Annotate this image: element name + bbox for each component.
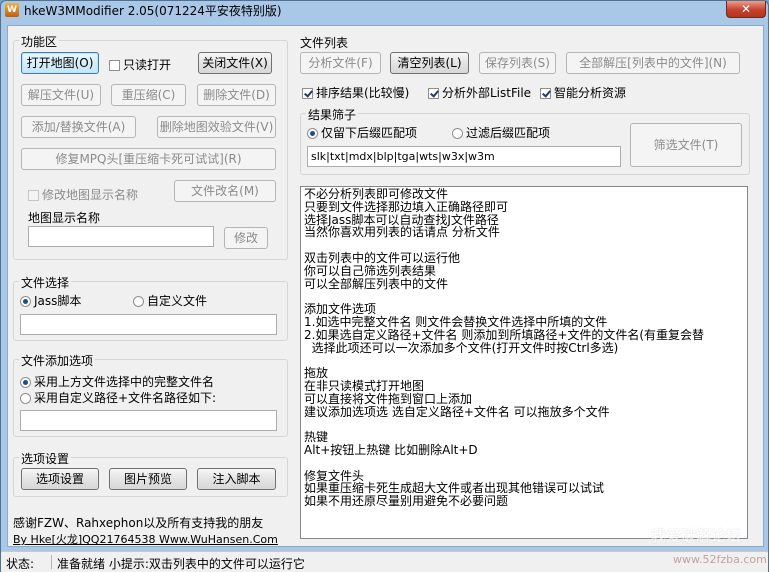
full-filename-radio[interactable]: 采用上方文件选择中的完整文件名 [20,373,214,390]
readonly-open-label: 只读打开 [123,58,172,72]
delete-file-button[interactable]: 删除文件(D) [197,84,276,106]
help-text-line: 如果不用还原尽量别用避免不必要问题 [304,494,509,509]
checkbox-box [540,88,551,99]
credits-author-link[interactable]: By Hke[火龙]QQ21764538 Www.WuHansen.Com [13,531,278,547]
help-text-line: 不必分析列表即可修改文件 [304,187,449,201]
full-filename-label: 采用上方文件选择中的完整文件名 [34,375,215,389]
checkbox-box [302,88,313,99]
sort-results-label: 排序结果(比较慢) [316,86,410,100]
watermark-text: 我爱破解论坛 [651,527,742,545]
close-file-button[interactable]: 关闭文件(X) [198,52,272,74]
checkbox-box [109,60,120,71]
radio-dot [133,296,144,307]
filter-matches-radio[interactable]: 过滤后缀匹配项 [452,124,550,141]
image-preview-button[interactable]: 图片预览 [109,468,187,490]
sort-results-checkbox[interactable]: 排序结果(比较慢) [302,84,409,101]
help-text-line: 建议添加选项选 选自定义路径+文件名 可以拖放多个文件 [304,404,610,419]
help-text-line: 可以全部解压列表中的文件 [304,276,449,291]
help-text-line: 可以直接将文件拖到窗口上添加 [304,391,473,406]
modify-display-name-checkbox[interactable]: 修改地图显示名称 [28,186,138,203]
checkbox-box [428,88,439,99]
map-display-name-input[interactable] [28,226,214,247]
keep-matches-label: 仅留下后缀匹配项 [321,126,418,140]
inject-script-button[interactable]: 注入脚本 [197,468,276,490]
custom-file-label: 自定义文件 [147,294,208,308]
smart-analyze-label: 智能分析资源 [554,86,627,100]
settings-button[interactable]: 选项设置 [21,468,99,490]
radio-dot [20,377,31,388]
help-text-line [304,418,744,431]
help-text-line: 只要到文件选择那边填入正确路径即可 [304,199,509,214]
window-title: hkeW3MModifier 2.05(071224平安夜特别版) [24,4,282,18]
help-text-line: 双击列表中的文件可以运行他 [304,250,461,265]
modify-display-name-label: 修改地图显示名称 [42,188,139,202]
status-text: 准备就绪 小提示:双击列表中的文件可以运行它 [57,557,305,571]
delete-verify-file-button[interactable]: 删除地图效验文件(V) [157,116,276,138]
extract-file-button[interactable]: 解压文件(U) [21,84,101,106]
title-bar[interactable]: W hkeW3MModifier 2.05(071224平安夜特别版) ✕ [1,1,769,19]
analyze-listfile-checkbox[interactable]: 分析外部ListFile [428,84,531,101]
help-text-line: 当然你喜欢用列表的话请点 分析文件 [304,225,500,240]
status-bar: 状态: 准备就绪 小提示:双击列表中的文件可以运行它 [1,551,768,572]
functions-group-label: 功能区 [19,33,60,50]
repair-mpq-header-button[interactable]: 修复MPQ头[重压缩卡死可试试](R) [21,148,276,170]
jass-script-label: Jass脚本 [34,294,82,308]
help-text-line [304,354,744,367]
app-icon: W [5,3,19,17]
help-text-line [304,457,744,470]
credits-thanks: 感谢FZW、Rahxephon以及所有支持我的朋友 [13,516,264,530]
radio-dot [307,128,318,139]
custom-path-label: 采用自定义路径+文件名路径如下: [34,391,217,405]
extension-filter-input[interactable]: slk|txt|mdx|blp|tga|wts|w3x|w3m [307,146,621,167]
jass-script-radio[interactable]: Jass脚本 [20,292,81,309]
radio-dot [452,128,463,139]
status-label: 状态: [6,557,35,571]
keep-matches-radio[interactable]: 仅留下后缀匹配项 [307,124,417,141]
options-group-label: 选项设置 [19,450,72,467]
help-text-line: 你可以自己筛选列表结果 [304,263,437,278]
watermark-url: www.52fzba.com [673,553,767,566]
readonly-open-checkbox[interactable]: 只读打开 [109,56,171,73]
analyze-file-button[interactable]: 分析文件(F) [300,52,381,74]
help-text-line: 2.如果选自定义路径+文件名 则添加到所填路径+文件的文件名(有重复会替 [304,327,705,342]
save-list-button[interactable]: 保存列表(S) [479,52,556,74]
smart-analyze-checkbox[interactable]: 智能分析资源 [540,84,626,101]
custom-file-radio[interactable]: 自定义文件 [133,292,207,309]
client-area: 功能区 打开地图(O) 只读打开 关闭文件(X) 解压文件(U) 重压缩(C) … [7,25,764,547]
filter-matches-label: 过滤后缀匹配项 [466,126,551,140]
rename-file-button[interactable]: 文件改名(M) [174,180,276,202]
checkbox-box [28,190,39,201]
app-window: W hkeW3MModifier 2.05(071224平安夜特别版) ✕ 功能… [0,0,769,572]
radio-dot [20,393,31,404]
file-add-options-label: 文件添加选项 [19,352,96,369]
extract-all-button[interactable]: 全部解压[列表中的文件](N) [566,52,740,74]
map-display-name-label: 地图显示名称 [28,211,101,225]
help-text-line: Alt+按钮上热键 比如删除Alt+D [304,442,478,457]
file-list-textarea[interactable]: 不必分析列表即可修改文件 只要到文件选择那边填入正确路径即可 选择Jass脚本可以自… [300,186,748,539]
status-separator [51,555,52,569]
filter-files-button[interactable]: 筛选文件(T) [630,123,742,167]
custom-file-path-input[interactable] [20,314,277,335]
open-map-button[interactable]: 打开地图(O) [21,52,99,74]
custom-path-input[interactable] [20,410,277,431]
clear-list-button[interactable]: 清空列表(L) [390,52,469,74]
filter-group-label: 结果筛子 [306,106,359,123]
file-select-group-label: 文件选择 [19,274,72,291]
modify-name-button[interactable]: 修改 [224,227,268,249]
help-text-line: 选择此项还可以一次添加多个文件(打开文件时按Ctrl多选) [304,340,619,355]
close-window-button[interactable]: ✕ [726,1,766,18]
analyze-listfile-label: 分析外部ListFile [442,86,532,100]
recompress-button[interactable]: 重压缩(C) [111,84,186,106]
help-text-line: 在非只读模式打开地图 [304,378,425,393]
radio-dot [20,296,31,307]
custom-path-radio[interactable]: 采用自定义路径+文件名路径如下: [20,389,216,406]
help-text-line: 1.如选中完整文件名 则文件会替换文件选择中所填的文件 [304,314,608,329]
add-replace-file-button[interactable]: 添加/替换文件(A) [21,116,136,138]
file-list-label: 文件列表 [300,36,349,50]
